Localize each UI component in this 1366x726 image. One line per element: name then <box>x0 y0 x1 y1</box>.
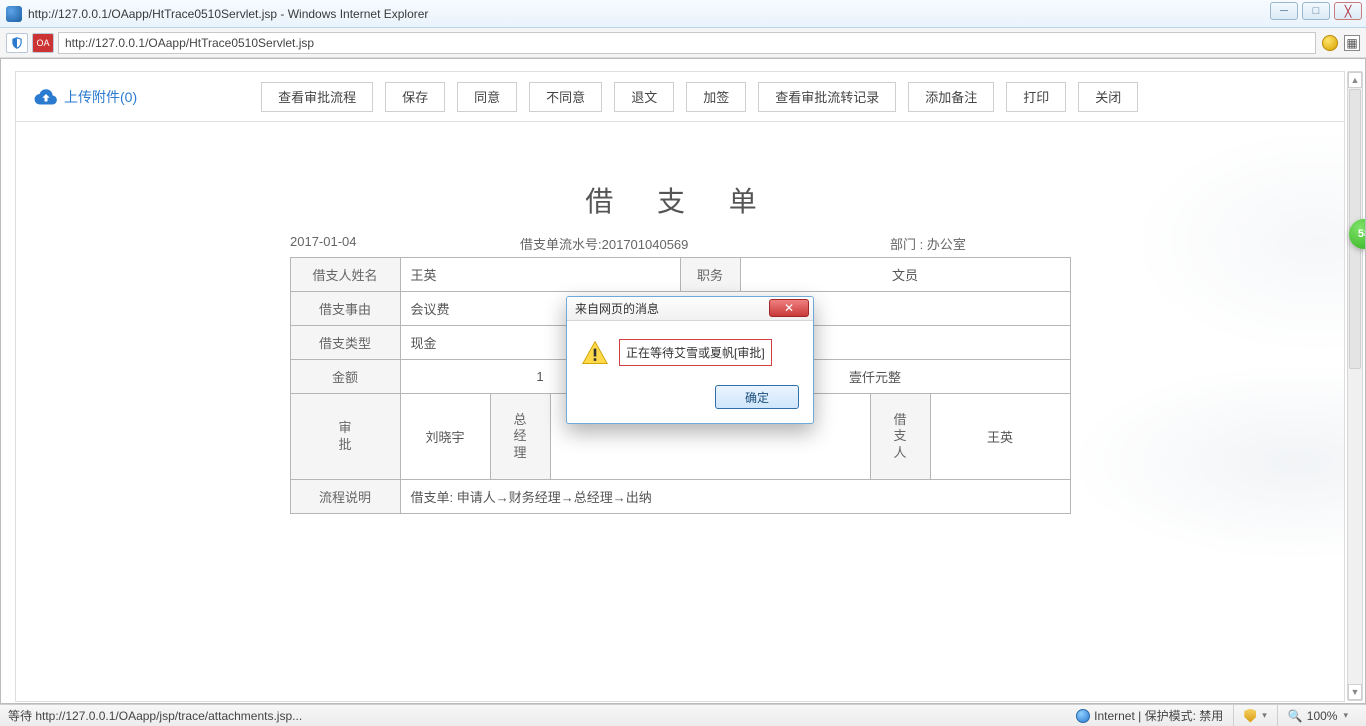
maximize-button[interactable]: □ <box>1302 2 1330 20</box>
site-favicon: OA <box>32 33 54 53</box>
window-titlebar: http://127.0.0.1/OAapp/HtTrace0510Servle… <box>0 0 1366 28</box>
scroll-up-arrow[interactable]: ▲ <box>1348 72 1362 88</box>
shield-icon <box>1244 709 1256 723</box>
dialog-message: 正在等待艾雪或夏帆[审批] <box>619 339 772 366</box>
zoom-cell[interactable]: 🔍 100% ▾ <box>1277 705 1358 726</box>
action-toolbar: 上传附件(0) 查看审批流程 保存 同意 不同意 退文 加签 查看审批流转记录 … <box>16 72 1344 122</box>
chevron-down-icon: ▾ <box>1262 710 1267 721</box>
dialog-close-button[interactable]: ✕ <box>769 299 809 317</box>
upload-label: 上传附件(0) <box>64 87 137 107</box>
print-button[interactable]: 打印 <box>1006 82 1066 112</box>
upload-attachments-link[interactable]: 上传附件(0) <box>34 87 137 107</box>
vertical-scrollbar[interactable]: ▲ ▼ <box>1347 71 1363 701</box>
globe-icon <box>1076 709 1090 723</box>
return-button[interactable]: 退文 <box>614 82 674 112</box>
countersign-button[interactable]: 加签 <box>686 82 746 112</box>
security-shield-icon[interactable] <box>6 33 28 53</box>
window-title: http://127.0.0.1/OAapp/HtTrace0510Servle… <box>28 7 428 21</box>
scroll-down-arrow[interactable]: ▼ <box>1348 684 1362 700</box>
view-history-button[interactable]: 查看审批流转记录 <box>758 82 896 112</box>
addrbar-right-icons: ▦ <box>1322 35 1360 51</box>
close-button[interactable]: 关闭 <box>1078 82 1138 112</box>
security-zone-cell[interactable]: Internet | 保护模式: 禁用 <box>1066 705 1233 726</box>
security-dropdown[interactable]: ▾ <box>1233 705 1277 726</box>
address-bar: OA http://127.0.0.1/OAapp/HtTrace0510Ser… <box>0 28 1366 58</box>
zoom-value: 100% <box>1307 709 1338 723</box>
url-input[interactable]: http://127.0.0.1/OAapp/HtTrace0510Servle… <box>58 32 1316 54</box>
minimize-button[interactable]: ─ <box>1270 2 1298 20</box>
cloud-upload-icon <box>34 88 58 106</box>
window-close-button[interactable]: ╳ <box>1334 2 1362 20</box>
warning-icon <box>581 339 609 367</box>
dialog-footer: 确定 <box>567 377 813 423</box>
security-zone-text: Internet | 保护模式: 禁用 <box>1094 707 1223 724</box>
status-bar: 等待 http://127.0.0.1/OAapp/jsp/trace/atta… <box>0 704 1366 726</box>
window-buttons: ─ □ ╳ <box>1270 2 1362 20</box>
message-dialog: 来自网页的消息 ✕ 正在等待艾雪或夏帆[审批] 确定 <box>566 296 814 424</box>
save-button[interactable]: 保存 <box>385 82 445 112</box>
dialog-body: 正在等待艾雪或夏帆[审批] <box>567 321 813 377</box>
zoom-icon: 🔍 <box>1288 709 1303 723</box>
ie-favicon <box>6 6 22 22</box>
chevron-down-icon: ▾ <box>1343 710 1348 721</box>
dialog-title: 来自网页的消息 <box>575 300 659 317</box>
add-remark-button[interactable]: 添加备注 <box>908 82 994 112</box>
agree-button[interactable]: 同意 <box>457 82 517 112</box>
status-text: 等待 http://127.0.0.1/OAapp/jsp/trace/atta… <box>8 707 302 724</box>
dialog-titlebar: 来自网页的消息 ✕ <box>567 297 813 321</box>
disagree-button[interactable]: 不同意 <box>529 82 602 112</box>
dialog-ok-button[interactable]: 确定 <box>715 385 799 409</box>
view-flow-button[interactable]: 查看审批流程 <box>261 82 373 112</box>
compat-view-icon[interactable] <box>1322 35 1338 51</box>
page-menu-icon[interactable]: ▦ <box>1344 35 1360 51</box>
